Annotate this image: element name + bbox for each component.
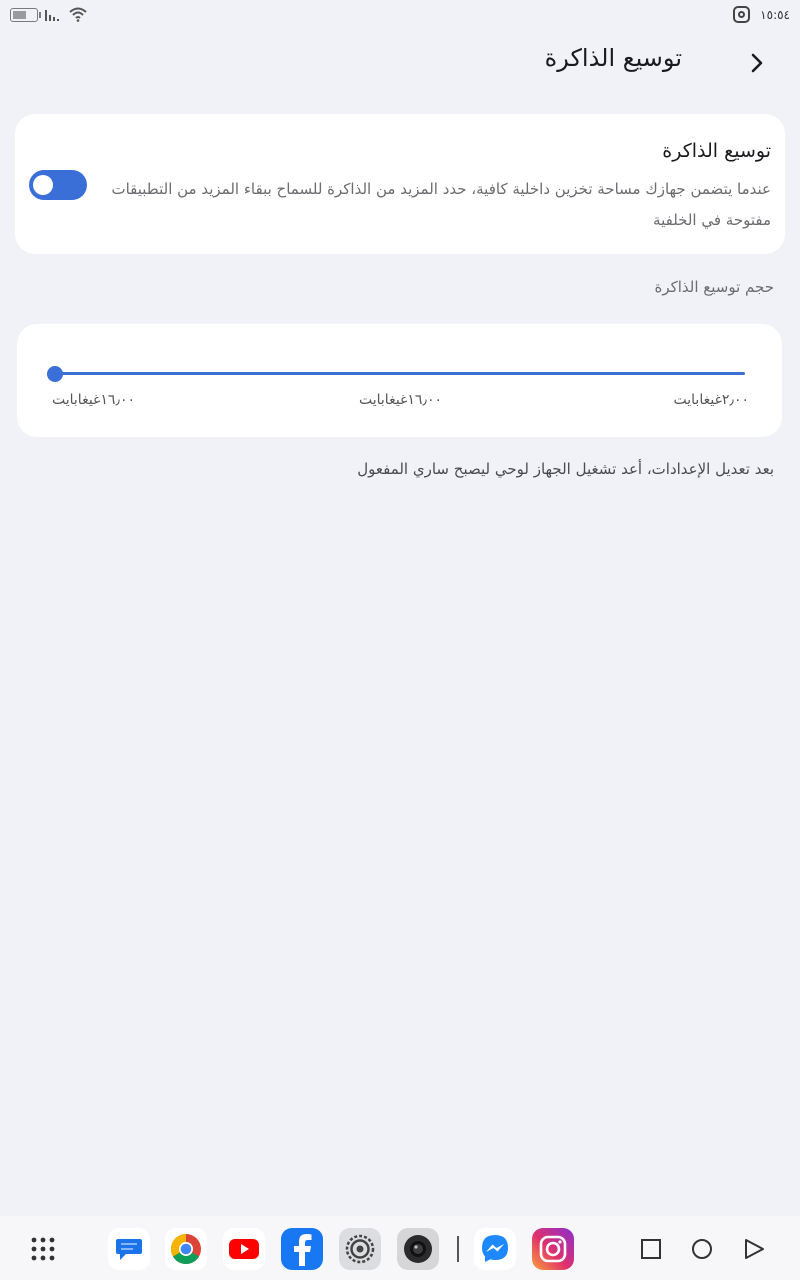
apps-grid-button[interactable]: [22, 1228, 64, 1270]
status-icons-left: [10, 7, 88, 22]
messenger-icon: [482, 1235, 508, 1262]
youtube-icon: [229, 1239, 259, 1259]
home-icon: [692, 1239, 712, 1259]
page-title: توسيع الذاكرة: [544, 44, 682, 72]
instagram-notification-icon: [733, 6, 751, 23]
instagram-icon: [539, 1235, 567, 1263]
slider-tick-middle: ١٦٫٠٠غيغابايت: [359, 392, 442, 408]
slider-tick-left: ١٦٫٠٠غيغابايت: [52, 392, 135, 408]
memory-size-slider-track[interactable]: [55, 372, 745, 375]
messenger-app[interactable]: [474, 1228, 516, 1270]
back-nav-button[interactable]: [739, 1234, 769, 1264]
battery-level: [13, 10, 26, 19]
memory-size-card: ١٦٫٠٠غيغابايت ١٦٫٠٠غيغابايت ٢٫٠٠غيغابايت: [17, 324, 782, 437]
messages-app[interactable]: [108, 1228, 150, 1270]
wifi-icon: [69, 7, 87, 22]
facebook-icon: [294, 1234, 312, 1266]
restart-note: بعد تعديل الإعدادات، أعد تشغيل الجهاز لو…: [357, 460, 774, 478]
memory-extension-toggle[interactable]: [29, 170, 87, 200]
status-icons-right: ١٥:٥٤: [733, 6, 790, 23]
status-bar: ١٥:٥٤: [0, 0, 800, 32]
back-button[interactable]: [742, 48, 772, 78]
recents-icon: [641, 1239, 661, 1259]
youtube-app[interactable]: [223, 1228, 265, 1270]
facebook-app[interactable]: [281, 1228, 323, 1270]
instagram-app[interactable]: [532, 1228, 574, 1270]
header: توسيع الذاكرة: [0, 40, 800, 84]
camera-app[interactable]: [397, 1228, 439, 1270]
memory-extension-description: عندما يتضمن جهازك مساحة تخزين داخلية كاف…: [111, 180, 771, 229]
battery-icon: [10, 7, 41, 22]
signal-icon: [45, 9, 59, 21]
memory-extension-card[interactable]: توسيع الذاكرة عندما يتضمن جهازك مساحة تخ…: [15, 114, 785, 254]
memory-size-label: حجم توسيع الذاكرة: [654, 278, 774, 296]
recents-button[interactable]: [636, 1234, 666, 1264]
messages-icon: [116, 1239, 142, 1260]
toggle-knob: [33, 175, 53, 195]
settings-app[interactable]: [339, 1228, 381, 1270]
settings-icon: [345, 1234, 375, 1264]
dock: [0, 1216, 800, 1280]
status-time: ١٥:٥٤: [760, 7, 790, 22]
slider-tick-right: ٢٫٠٠غيغابايت: [673, 392, 749, 408]
apps-grid-icon: [31, 1237, 55, 1261]
chrome-icon: [170, 1234, 201, 1265]
back-icon: [745, 1239, 764, 1259]
home-button[interactable]: [687, 1234, 717, 1264]
memory-size-slider-thumb[interactable]: [47, 366, 63, 382]
dock-divider: [457, 1236, 459, 1262]
memory-extension-title: توسيع الذاكرة: [662, 140, 771, 162]
camera-icon: [404, 1235, 432, 1263]
chrome-app[interactable]: [165, 1228, 207, 1270]
chevron-right-icon: [751, 53, 763, 73]
